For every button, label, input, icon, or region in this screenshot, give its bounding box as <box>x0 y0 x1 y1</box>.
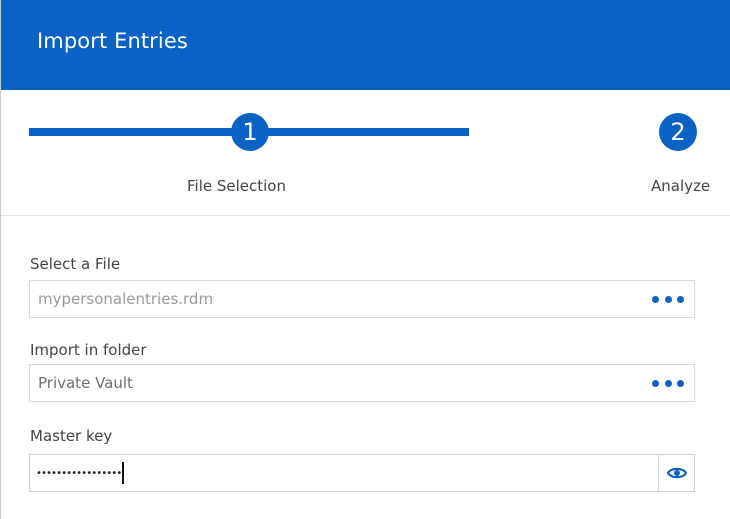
eye-icon <box>666 467 687 479</box>
step-1-number: 1 <box>242 118 258 146</box>
more-dots-icon <box>677 295 684 303</box>
more-dots-icon <box>677 379 684 387</box>
master-key-masked-value: ••••••••••••••••• <box>36 467 122 479</box>
master-key-input[interactable]: ••••••••••••••••• <box>36 462 596 484</box>
more-dots-icon <box>664 295 672 303</box>
section-divider <box>1 215 730 216</box>
title-bar: Import Entries <box>1 0 730 90</box>
browse-file-button[interactable] <box>652 292 684 306</box>
import-folder-value: Private Vault <box>38 374 133 392</box>
select-file-placeholder: mypersonalentries.rdm <box>38 290 214 308</box>
step-2-indicator: 2 <box>659 113 697 151</box>
master-key-label: Master key <box>30 427 113 445</box>
step-2-label: Analyze <box>651 177 711 195</box>
step-1-indicator: 1 <box>231 113 269 151</box>
browse-folder-button[interactable] <box>652 376 684 390</box>
select-file-field[interactable]: mypersonalentries.rdm <box>29 280 695 318</box>
import-folder-field[interactable]: Private Vault <box>29 364 695 402</box>
reveal-password-button[interactable] <box>658 455 694 491</box>
select-file-label: Select a File <box>30 255 121 273</box>
more-dots-icon <box>664 379 672 387</box>
more-dots-icon <box>652 295 659 303</box>
dialog-title: Import Entries <box>37 29 188 53</box>
text-caret <box>122 462 125 484</box>
step-2-number: 2 <box>670 118 686 146</box>
master-key-field[interactable]: ••••••••••••••••• <box>29 454 695 492</box>
import-folder-label: Import in folder <box>30 341 147 359</box>
import-entries-dialog: Import Entries 1 File Selection 2 Analyz… <box>0 0 730 519</box>
more-dots-icon <box>652 379 659 387</box>
step-1-label: File Selection <box>187 177 286 195</box>
